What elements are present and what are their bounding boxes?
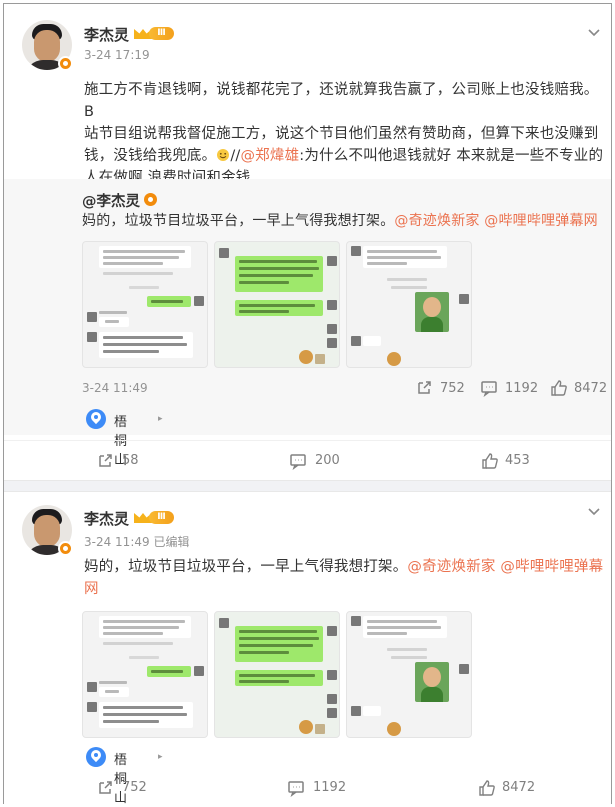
comment-icon[interactable] (287, 779, 305, 797)
comment-count[interactable]: 1192 (313, 780, 346, 795)
mention-link[interactable]: @奇迹焕新家 (394, 213, 479, 229)
post-time[interactable]: 3-24 11:49 已编辑 (84, 533, 189, 550)
image-thumbnail[interactable] (346, 611, 472, 738)
thumbs-up-icon[interactable] (550, 379, 568, 397)
comment-icon[interactable] (289, 452, 307, 470)
chevron-down-icon[interactable] (586, 24, 602, 40)
post-text-body: 妈的，垃圾节目垃圾平台，一早上气得我想打架。 (84, 559, 408, 575)
repost-count[interactable]: 58 (122, 453, 139, 468)
verified-badge-icon (58, 56, 73, 71)
feed-separator (4, 480, 611, 492)
weibo-post: 李杰灵 Ⅲ 3-24 11:49 已编辑 妈的，垃圾节目垃圾平台，一早上气得我想… (4, 493, 611, 807)
image-thumbnail[interactable] (214, 241, 340, 368)
post-text-segment: // (230, 148, 241, 164)
username[interactable]: 李杰灵 (84, 508, 129, 529)
repost-time[interactable]: 3-24 11:49 (82, 381, 148, 395)
post-text-segment: 钱，没钱给我兜底。 (84, 148, 217, 164)
comment-count[interactable]: 1192 (505, 381, 538, 396)
image-thumbnail[interactable] (82, 241, 208, 368)
comment-count[interactable]: 200 (315, 453, 340, 468)
post-text-line: 施工方不肯退钱啊，说钱都花完了，还说就算我告赢了，公司账上也没钱赔我。B (84, 82, 599, 120)
chevron-down-icon[interactable] (586, 503, 602, 519)
share-icon[interactable] (415, 379, 433, 397)
post-text-line: 网 (84, 578, 604, 600)
repost-count[interactable]: 752 (440, 381, 465, 396)
mention-link[interactable]: 网 (84, 581, 99, 597)
image-thumbnail[interactable] (346, 241, 472, 368)
username[interactable]: 李杰灵 (84, 24, 129, 45)
edited-label[interactable]: 已编辑 (153, 535, 189, 549)
like-count[interactable]: 8472 (502, 780, 535, 795)
image-thumbnail[interactable] (214, 611, 340, 738)
member-level-badge: Ⅲ (149, 27, 174, 40)
post-text-line: 妈的，垃圾节目垃圾平台，一早上气得我想打架。@奇迹焕新家 @哔哩哔哩弹幕 (84, 556, 604, 578)
share-icon[interactable] (96, 452, 114, 470)
member-level-badge: Ⅲ (149, 511, 174, 524)
thumbs-up-icon[interactable] (478, 779, 496, 797)
location-pin-icon (86, 747, 106, 767)
original-author-link[interactable]: @李杰灵 (82, 190, 140, 211)
post-text: 施工方不肯退钱啊，说钱都花完了，还说就算我告赢了，公司账上也没钱赔我。B 站节目… (84, 79, 604, 189)
mention-link[interactable]: @郑煒雄 (240, 148, 299, 164)
post-time[interactable]: 3-24 17:19 (84, 48, 150, 62)
share-icon[interactable] (96, 779, 114, 797)
post-text-line: 站节目组说帮我督促施工方，说这个节目他们虽然有赞助商，但算下来也没赚到 (84, 126, 599, 142)
post-time-value[interactable]: 3-24 11:49 (84, 535, 150, 549)
image-thumbnail[interactable] (82, 611, 208, 738)
thumbs-up-icon[interactable] (481, 452, 499, 470)
repost-count[interactable]: 752 (122, 780, 147, 795)
reposted-weibo-card[interactable]: @李杰灵 妈的，垃圾节目垃圾平台，一早上气得我想打架。@奇迹焕新家 @哔哩哔哩弹… (4, 179, 611, 468)
location-pin-icon (86, 409, 106, 429)
repost-text-body: 妈的，垃圾节目垃圾平台，一早上气得我想打架。 (82, 213, 395, 229)
smile-emoji-icon (216, 147, 230, 161)
comment-icon[interactable] (480, 379, 498, 397)
verified-badge-icon (144, 193, 157, 206)
feed-frame: 李杰灵 Ⅲ 3-24 17:19 施工方不肯退钱啊，说钱都花完了，还说就算我告赢… (3, 3, 612, 807)
post-action-bar: 752 1192 8472 (4, 773, 611, 807)
post-text-line: 钱，没钱给我兜底。 //@郑煒雄:为什么不叫他退钱就好 本来就是一些不专业的 (84, 145, 604, 167)
chevron-right-icon: ▸ (158, 414, 163, 424)
chevron-right-icon: ▸ (158, 752, 163, 762)
mention-link[interactable]: @哔哩哔哩弹幕网 (484, 213, 598, 229)
mention-link[interactable]: @奇迹焕新家 (407, 559, 495, 575)
like-count[interactable]: 8472 (574, 381, 607, 396)
verified-badge-icon (58, 541, 73, 556)
weibo-post: 李杰灵 Ⅲ 3-24 17:19 施工方不肯退钱啊，说钱都花完了，还说就算我告赢… (4, 4, 611, 480)
post-text-segment: :为什么不叫他退钱就好 本来就是一些不专业的 (299, 148, 604, 164)
like-count[interactable]: 453 (505, 453, 530, 468)
post-action-bar: 58 200 453 (4, 440, 611, 480)
post-text: 妈的，垃圾节目垃圾平台，一早上气得我想打架。@奇迹焕新家 @哔哩哔哩弹幕 网 (84, 556, 604, 600)
repost-text: 妈的，垃圾节目垃圾平台，一早上气得我想打架。@奇迹焕新家 @哔哩哔哩弹幕网 (82, 210, 602, 232)
mention-link[interactable]: @哔哩哔哩弹幕 (500, 559, 603, 575)
